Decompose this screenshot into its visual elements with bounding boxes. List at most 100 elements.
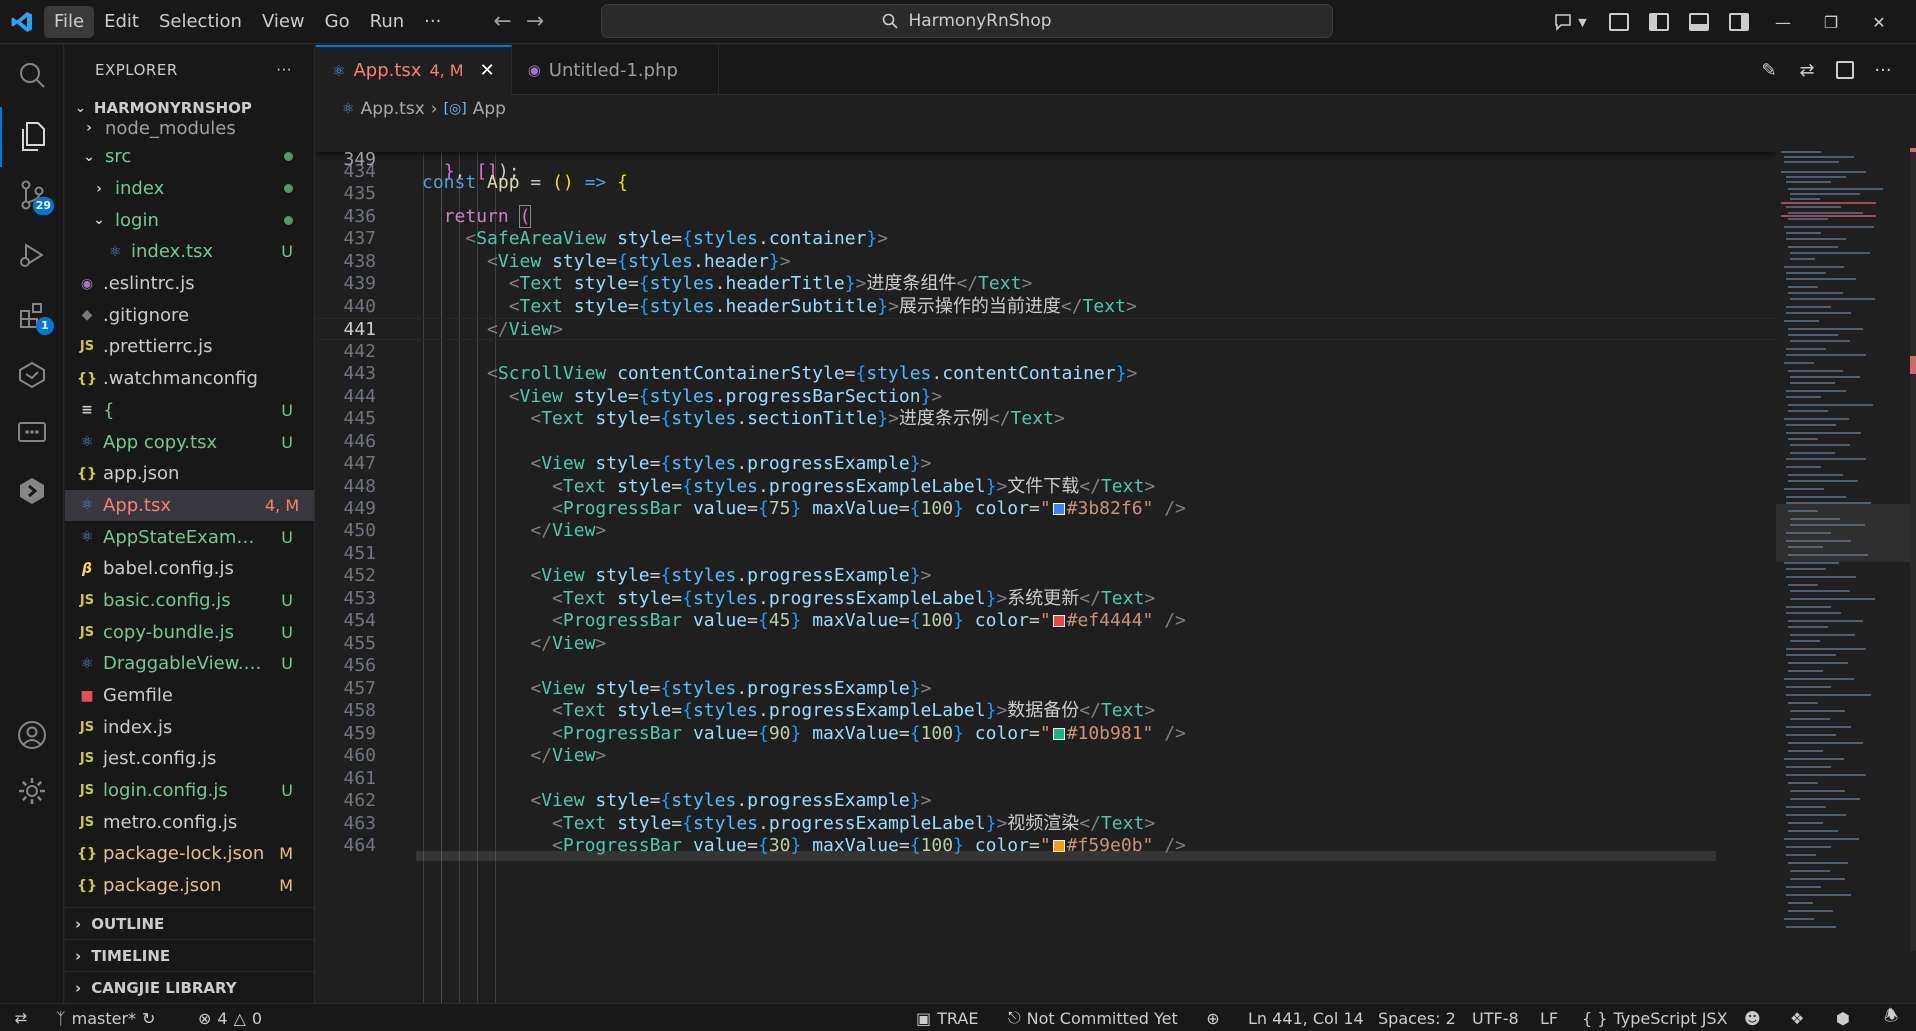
- tree-item-index-js[interactable]: JS index.js: [65, 711, 314, 743]
- menu-run[interactable]: Run: [360, 6, 415, 38]
- tree-item-login-index-tsx[interactable]: ⚛ index.tsx U: [65, 236, 314, 268]
- menu-more[interactable]: ···: [414, 6, 451, 38]
- explorer-activity-icon[interactable]: [0, 107, 64, 167]
- horizontal-scrollbar[interactable]: [416, 851, 1716, 861]
- minimap[interactable]: [1776, 126, 1916, 1003]
- split-editor-icon[interactable]: [1834, 59, 1856, 81]
- search-activity-icon[interactable]: [0, 45, 64, 105]
- copilot-chat-icon[interactable]: ▼: [1550, 11, 1590, 33]
- customize-layout-icon[interactable]: [1608, 11, 1630, 33]
- run-debug-icon[interactable]: [0, 225, 64, 285]
- git-file-icon: ◆: [81, 307, 93, 324]
- deveco-status[interactable]: ❖: [1790, 1004, 1804, 1031]
- zoom-indicator[interactable]: ⊕: [1198, 1004, 1228, 1031]
- close-tab-icon[interactable]: ✕: [480, 60, 495, 81]
- command-center-search[interactable]: HarmonyRnShop: [601, 4, 1333, 38]
- react-file-icon: ⚛: [332, 61, 346, 80]
- breadcrumb-symbol[interactable]: App: [473, 99, 506, 119]
- json-file-icon: {}: [77, 877, 97, 894]
- menu-selection[interactable]: Selection: [149, 6, 252, 38]
- tree-item-eslintrc[interactable]: ◉ .eslintrc.js: [65, 268, 314, 300]
- timeline-section[interactable]: › TIMELINE: [65, 939, 314, 971]
- color-swatch[interactable]: [1052, 615, 1065, 627]
- tree-item-appstateexample[interactable]: ⚛ AppStateExample.... U: [65, 521, 314, 553]
- tree-item-watchmanconfig[interactable]: {} .watchmanconfig: [65, 363, 314, 395]
- tree-item-package-json[interactable]: {} package.json M: [65, 870, 314, 902]
- close-window-icon[interactable]: ✕: [1864, 13, 1894, 32]
- sticky-scroll-line[interactable]: 349 const App = () => {: [316, 126, 1776, 193]
- restore-icon[interactable]: ❐: [1816, 13, 1846, 32]
- problems-indicator[interactable]: ⊗ 4 △ 0: [198, 1004, 262, 1031]
- eol-indicator[interactable]: LF: [1540, 1004, 1558, 1031]
- chevron-right-icon: ›: [75, 978, 82, 997]
- toggle-primary-sidebar-icon[interactable]: [1648, 11, 1670, 33]
- forward-arrow-icon[interactable]: →: [526, 9, 544, 34]
- trae-indicator[interactable]: ▣ TRAE: [916, 1004, 978, 1031]
- tree-item-gitignore[interactable]: ◆ .gitignore: [65, 299, 314, 331]
- pencil-icon[interactable]: ✎: [1758, 59, 1780, 81]
- minimize-icon[interactable]: —: [1768, 13, 1798, 32]
- color-swatch[interactable]: [1052, 503, 1065, 515]
- cangjie-library-section[interactable]: › CANGJIE LIBRARY: [65, 971, 314, 1003]
- back-arrow-icon[interactable]: ←: [493, 9, 511, 34]
- menu-go[interactable]: Go: [315, 6, 360, 38]
- remote-indicator[interactable]: ⇄: [0, 1004, 42, 1031]
- tree-item-brace-file[interactable]: ≡ { U: [65, 395, 314, 427]
- notifications[interactable]: 🕭: [1884, 1004, 1898, 1031]
- editor-more-icon[interactable]: ···: [1872, 59, 1894, 81]
- toggle-secondary-sidebar-icon[interactable]: [1728, 11, 1750, 33]
- tab-app-tsx[interactable]: ⚛ App.tsx 4, M ✕: [316, 45, 512, 95]
- tree-item-index-folder[interactable]: › index: [65, 173, 314, 205]
- cangjie-status-icon: ⬢: [1836, 1008, 1850, 1028]
- tree-item-jest-config[interactable]: JS jest.config.js: [65, 743, 314, 775]
- branch-indicator[interactable]: ᛉ master* ↻: [56, 1004, 155, 1031]
- indentation-indicator[interactable]: Spaces: 2: [1378, 1004, 1456, 1031]
- tree-item-metro-config[interactable]: JS metro.config.js: [65, 806, 314, 838]
- tree-item-app-json[interactable]: {} app.json: [65, 458, 314, 490]
- react-file-icon: ⚛: [342, 101, 355, 117]
- js-file-icon: JS: [79, 719, 95, 735]
- source-control-icon[interactable]: 29: [0, 165, 64, 225]
- breadcrumb-file[interactable]: App.tsx: [361, 99, 425, 119]
- deveco-icon[interactable]: [0, 345, 64, 405]
- tree-item-node-modules[interactable]: › node_modules: [65, 115, 314, 141]
- tree-item-package-lock[interactable]: {} package-lock.json M: [65, 838, 314, 870]
- extensions-icon[interactable]: 1: [0, 285, 64, 345]
- cangjie-icon[interactable]: [0, 461, 64, 521]
- menu-edit[interactable]: Edit: [94, 6, 149, 38]
- tree-item-copy-bundle[interactable]: JS copy-bundle.js U: [65, 616, 314, 648]
- cangjie-status[interactable]: ⬢: [1836, 1004, 1850, 1031]
- copilot-status[interactable]: ☻: [1744, 1004, 1761, 1031]
- tree-item-app-copy-tsx[interactable]: ⚛ App copy.tsx U: [65, 426, 314, 458]
- color-swatch[interactable]: [1052, 728, 1065, 740]
- tree-item-src[interactable]: ⌄ src: [65, 141, 314, 173]
- encoding-indicator[interactable]: UTF-8: [1472, 1004, 1519, 1031]
- tree-item-prettierrc[interactable]: JS .prettierrc.js: [65, 331, 314, 363]
- menu-view[interactable]: View: [252, 6, 315, 38]
- tree-item-login-folder[interactable]: ⌄ login: [65, 204, 314, 236]
- git-blame-indicator[interactable]: ⎋ Not Committed Yet: [1008, 1004, 1178, 1031]
- text-file-icon: ≡: [81, 402, 93, 419]
- tree-item-basic-config[interactable]: JS basic.config.js U: [65, 585, 314, 617]
- account-icon[interactable]: [0, 705, 64, 765]
- cursor-position[interactable]: Ln 441, Col 14: [1248, 1004, 1364, 1031]
- chevron-down-icon: ⌄: [93, 212, 105, 229]
- language-mode[interactable]: { } TypeScript JSX: [1582, 1004, 1728, 1031]
- tree-item-draggableview[interactable]: ⚛ DraggableView.tsx U: [65, 648, 314, 680]
- menu-file[interactable]: File: [44, 5, 95, 38]
- tree-item-login-config[interactable]: JS login.config.js U: [65, 775, 314, 807]
- untracked-dot: [284, 184, 293, 194]
- tab-untitled-php[interactable]: ◉ Untitled-1.php: [512, 45, 719, 95]
- code-editor[interactable]: 349 const App = () => { 434 }, []); 435 …: [316, 126, 1776, 1003]
- tree-item-babel-config[interactable]: β babel.config.js: [65, 553, 314, 585]
- chevron-down-icon: ⌄: [83, 148, 95, 165]
- outline-section[interactable]: › OUTLINE: [65, 907, 314, 939]
- settings-gear-icon[interactable]: [0, 761, 64, 821]
- toggle-panel-icon[interactable]: [1688, 11, 1710, 33]
- tree-item-app-tsx[interactable]: ⚛ App.tsx 4, M: [65, 489, 314, 522]
- compare-changes-icon[interactable]: ⇄: [1796, 59, 1818, 81]
- remote-explorer-icon[interactable]: [0, 403, 64, 463]
- tree-item-gemfile[interactable]: ■ Gemfile: [65, 680, 314, 712]
- explorer-more-button[interactable]: ···: [276, 61, 292, 79]
- file-tree: › node_modules ⌄ src › index ⌄ login ⚛ i…: [65, 118, 314, 902]
